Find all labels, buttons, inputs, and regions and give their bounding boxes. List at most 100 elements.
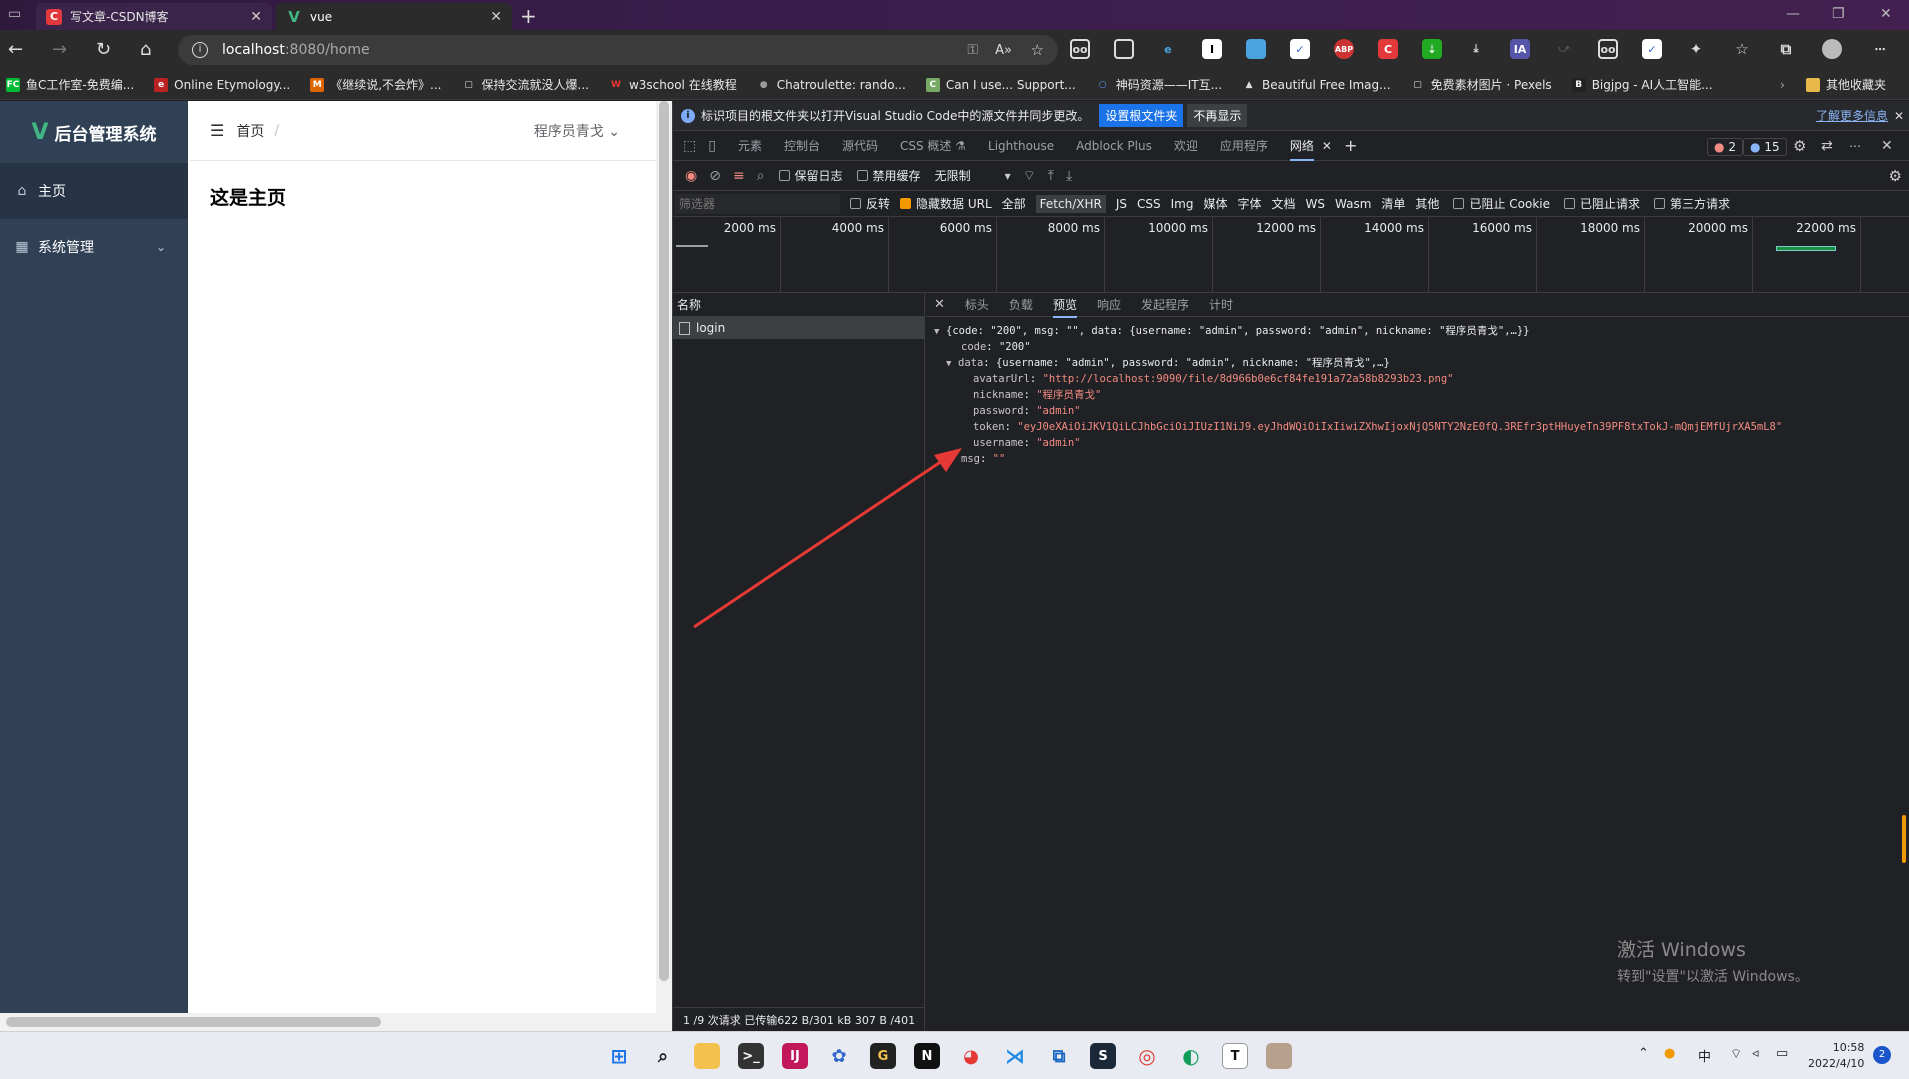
filter-js[interactable]: JS — [1116, 197, 1127, 211]
back-button[interactable]: ← — [8, 39, 23, 60]
dont-show-again-button[interactable]: 不再显示 — [1187, 104, 1248, 127]
preserve-log-checkbox[interactable]: 保留日志 — [778, 167, 843, 184]
chevron-right-icon[interactable]: › — [1780, 78, 1785, 92]
device-toggle-icon[interactable]: ▯ — [708, 138, 716, 154]
import-har-icon[interactable]: ⤒ — [1048, 168, 1054, 184]
file-explorer-icon[interactable] — [694, 1043, 720, 1069]
filter-other[interactable]: 其他 — [1415, 195, 1439, 212]
app-icon[interactable]: N — [914, 1043, 940, 1069]
app-icon[interactable]: ⧉ — [1046, 1043, 1072, 1069]
qq-icon[interactable]: ● — [1664, 1046, 1675, 1061]
extension-icon[interactable]: ⤻ — [1554, 39, 1574, 59]
extension-icon[interactable]: e — [1158, 39, 1178, 59]
checkbox[interactable] — [778, 170, 790, 181]
network-settings-icon[interactable]: ⚙ — [1889, 167, 1902, 185]
window-close-button[interactable]: ✕ — [1880, 6, 1892, 22]
minimize-button[interactable]: — — [1786, 6, 1800, 22]
ime-indicator[interactable]: 中 — [1698, 1046, 1711, 1065]
sidebar-item-home[interactable]: ⌂ 主页 — [0, 163, 188, 219]
profile-avatar[interactable] — [1822, 39, 1842, 59]
checkbox[interactable] — [856, 170, 868, 181]
close-icon[interactable]: ✕ — [250, 9, 262, 25]
edge-icon[interactable]: ◐ — [1178, 1043, 1204, 1069]
favorites-icon[interactable]: ☆ — [1732, 39, 1752, 59]
checkbox[interactable] — [900, 198, 912, 209]
bookmark-item[interactable]: FC 鱼C工作室-免费编... — [6, 76, 134, 93]
filter-ws[interactable]: WS — [1306, 197, 1325, 211]
filter-all[interactable]: 全部 — [1002, 195, 1026, 212]
scrollbar-thumb[interactable] — [659, 101, 669, 981]
remote-devices-icon[interactable]: ⇄ — [1821, 138, 1833, 154]
expand-triangle-icon[interactable]: ▼ — [946, 356, 958, 372]
typora-icon[interactable]: T — [1222, 1043, 1248, 1069]
filter-fetch-xhr[interactable]: Fetch/XHR — [1035, 194, 1106, 213]
start-menu-icon[interactable]: ⊞ — [606, 1043, 632, 1069]
extension-icon[interactable] — [1246, 39, 1266, 59]
learn-more-link[interactable]: 了解更多信息 — [1816, 107, 1888, 124]
bookmark-item[interactable]: ▲ Beautiful Free Imag... — [1242, 78, 1391, 92]
tab-response[interactable]: 响应 — [1097, 296, 1121, 313]
battery-icon[interactable]: ▭ — [1776, 1046, 1788, 1061]
other-bookmarks-folder[interactable]: 其他收藏夹 — [1806, 76, 1886, 93]
record-icon[interactable]: ◉ — [685, 168, 697, 184]
extension-icon[interactable]: I — [1202, 39, 1222, 59]
chevron-down-icon[interactable]: ▾ — [1005, 169, 1011, 183]
bookmark-item[interactable]: ▢ 保持交流就没人爆... — [462, 76, 589, 93]
key-icon[interactable]: ⚿ — [967, 42, 978, 58]
json-root[interactable]: ▼ {code: "200", msg: "", data: {username:… — [926, 323, 1909, 339]
checkbox[interactable] — [1453, 198, 1465, 209]
extension-icon[interactable]: ✓ — [1290, 39, 1310, 59]
chevron-up-icon[interactable]: ⌃ — [1638, 1046, 1649, 1061]
throttle-select[interactable]: 无限制 — [935, 167, 971, 184]
clear-icon[interactable]: ⊘ — [709, 168, 721, 184]
breadcrumb[interactable]: 首页 — [236, 121, 264, 141]
download-icon[interactable]: ⤓ — [1466, 39, 1486, 59]
filter-manifest[interactable]: 清单 — [1381, 195, 1405, 212]
wifi-icon[interactable]: ⌔ — [1730, 1046, 1742, 1062]
page-horizontal-scrollbar[interactable] — [0, 1013, 672, 1031]
tab-timing[interactable]: 计时 — [1209, 296, 1233, 313]
disable-cache-checkbox[interactable]: 禁用缓存 — [856, 167, 921, 184]
reload-button[interactable]: ↻ — [96, 39, 111, 60]
terminal-icon[interactable]: >_ — [738, 1043, 764, 1069]
expand-triangle-icon[interactable]: ▼ — [934, 324, 946, 340]
bookmark-item[interactable]: ▢ 免费素材图片 · Pexels — [1411, 76, 1551, 93]
settings-icon[interactable]: ⚙ — [1793, 137, 1806, 155]
message-badge[interactable]: ● 15 — [1743, 138, 1787, 156]
tab-csdn[interactable]: C 写文章-CSDN博客 ✕ — [36, 3, 272, 30]
close-devtools-icon[interactable]: ✕ — [1881, 138, 1893, 154]
user-dropdown[interactable]: 程序员青戈 ⌄ — [534, 121, 620, 141]
request-row[interactable]: login — [673, 317, 924, 339]
bookmark-item[interactable]: C Can I use... Support... — [925, 77, 1076, 92]
notification-badge[interactable]: 2 — [1873, 1046, 1891, 1064]
third-party-checkbox[interactable]: 第三方请求 — [1654, 195, 1730, 212]
vscode-icon[interactable]: ⋊ — [1002, 1043, 1028, 1069]
csdn-extension-icon[interactable]: C — [1378, 39, 1398, 59]
read-aloud-icon[interactable]: A» — [995, 43, 1012, 58]
tab-adblock[interactable]: Adblock Plus — [1076, 139, 1152, 153]
close-icon[interactable]: ✕ — [490, 9, 502, 25]
export-har-icon[interactable]: ⤓ — [1066, 168, 1072, 184]
bookmark-item[interactable]: e Online Etymology... — [154, 77, 290, 92]
collections-icon[interactable]: ⧉ — [1776, 39, 1796, 59]
extensions-icon[interactable]: ✦ — [1686, 39, 1706, 59]
app-icon[interactable]: ◕ — [958, 1043, 984, 1069]
blocked-requests-checkbox[interactable]: 已阻止请求 — [1563, 195, 1640, 212]
tab-headers[interactable]: 标头 — [965, 296, 989, 313]
filter-font[interactable]: 字体 — [1237, 195, 1261, 212]
extension-icon[interactable]: IA — [1510, 39, 1530, 59]
filter-img[interactable]: Img — [1171, 197, 1194, 211]
filter-wasm[interactable]: Wasm — [1335, 197, 1371, 211]
app-icon[interactable]: G — [870, 1043, 896, 1069]
set-root-folder-button[interactable]: 设置根文件夹 — [1099, 104, 1184, 127]
add-tab-icon[interactable]: + — [1344, 136, 1357, 155]
restore-button[interactable]: ❐ — [1832, 6, 1845, 22]
bookmark-item[interactable]: Ww3school 在线教程 — [609, 76, 737, 93]
chrome-icon[interactable]: ◎ — [1134, 1043, 1160, 1069]
search-icon[interactable]: ⌕ — [757, 168, 765, 184]
extension-icon[interactable]: ✓ — [1642, 39, 1662, 59]
page-vertical-scrollbar[interactable] — [656, 101, 672, 1014]
steam-icon[interactable]: S — [1090, 1043, 1116, 1069]
close-icon[interactable]: ✕ — [934, 297, 945, 312]
tab-vue[interactable]: V vue ✕ — [276, 3, 512, 30]
